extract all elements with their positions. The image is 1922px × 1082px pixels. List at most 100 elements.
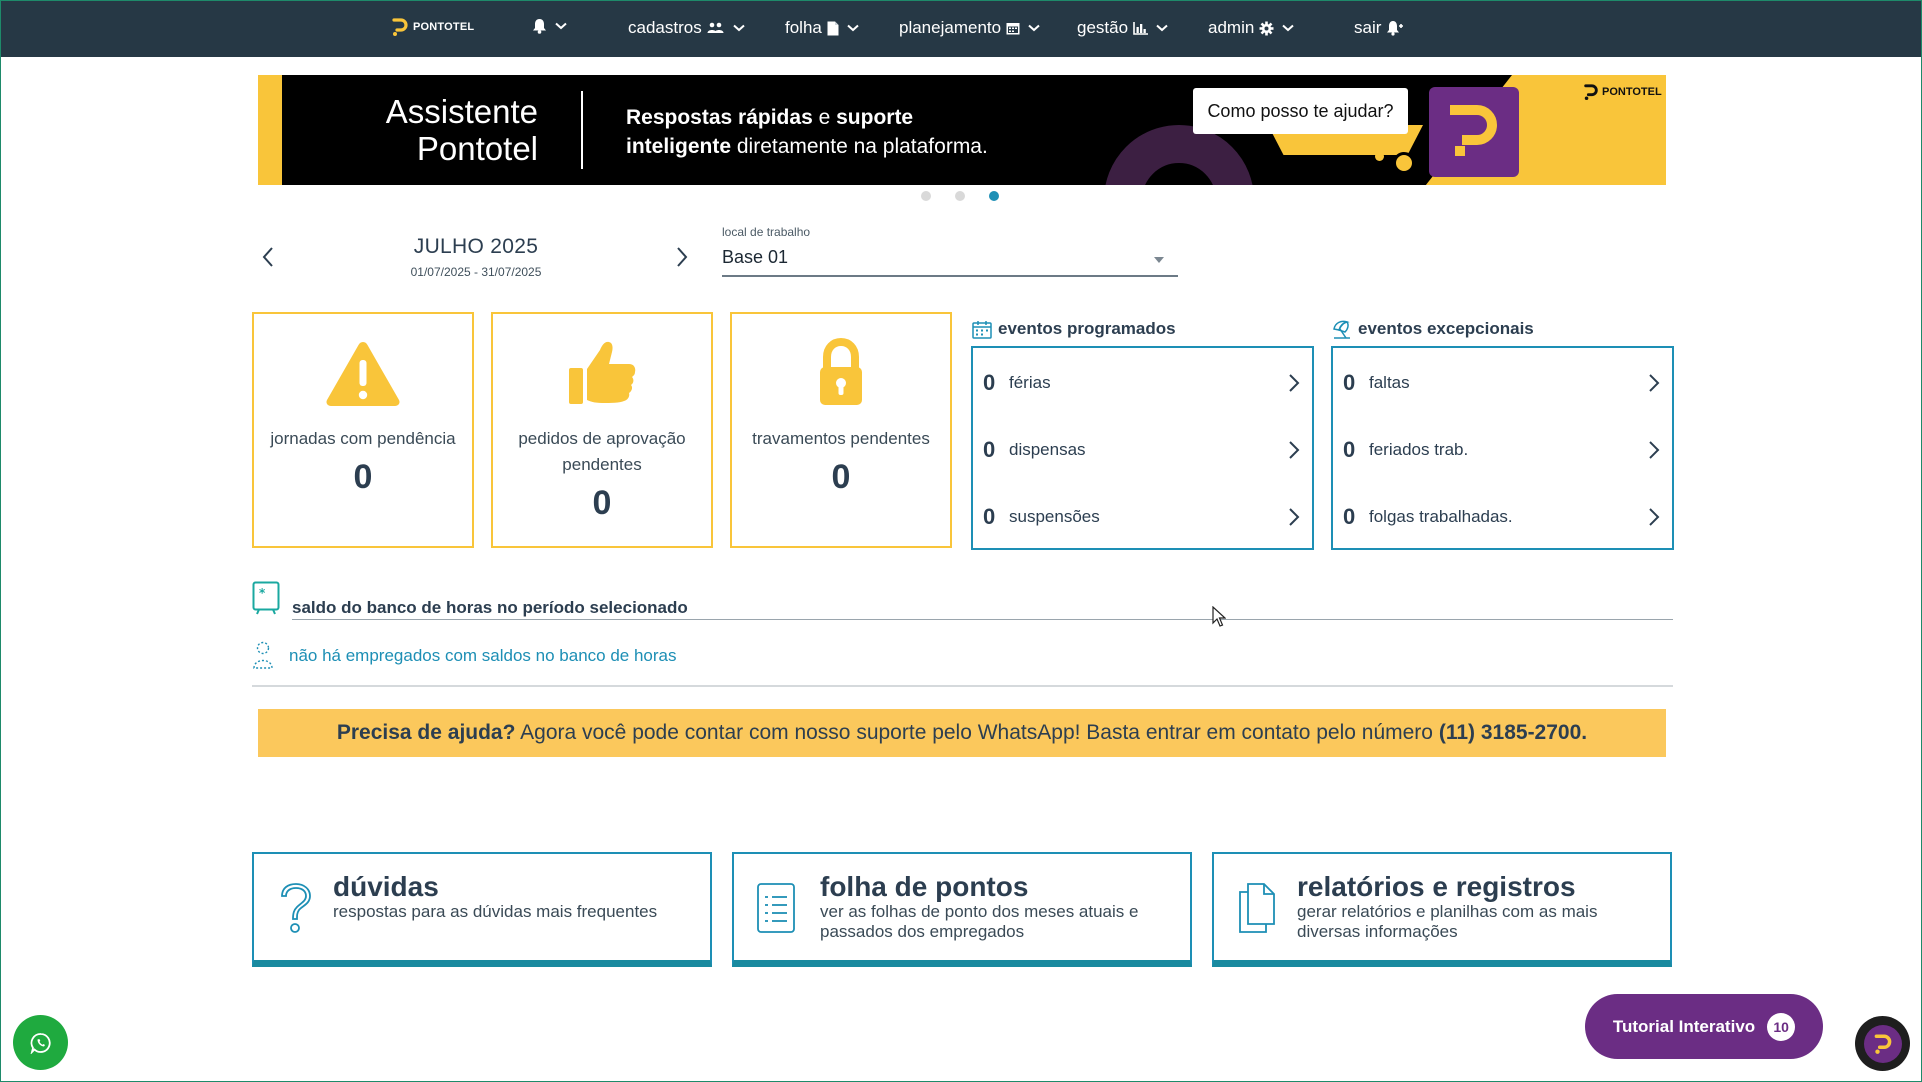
nav-label: folha <box>785 18 822 37</box>
bell-icon <box>533 19 546 34</box>
top-navbar: PONTOTEL cadastros folha planejamento ge… <box>1 1 1921 57</box>
nav-planejamento[interactable]: planejamento <box>899 18 1040 38</box>
period-month: JULHO 2025 <box>413 235 539 258</box>
scheduled-events-title: eventos programados <box>972 319 1176 339</box>
banner-text-a: Respostas rápidas <box>626 106 813 129</box>
reports-card[interactable]: relatórios e registros gerar relatórios … <box>1212 852 1672 967</box>
question-icon <box>276 882 316 941</box>
whatsapp-button[interactable] <box>13 1015 68 1070</box>
assistant-avatar <box>1863 1024 1902 1063</box>
chevron-down-icon <box>733 24 745 32</box>
event-label: feriados trab. <box>1369 440 1469 459</box>
event-label: folgas trabalhadas. <box>1369 507 1513 526</box>
previous-month-button[interactable] <box>261 246 275 273</box>
assistant-chat-button[interactable] <box>1855 1016 1910 1071</box>
nav-cadastros[interactable]: cadastros <box>628 18 745 38</box>
nav-admin[interactable]: admin <box>1208 18 1294 38</box>
carousel-dot-2[interactable] <box>955 191 965 201</box>
nav-label: gestão <box>1077 18 1129 37</box>
chevron-right-icon <box>1649 374 1660 392</box>
whatsapp-help-bar: Precisa de ajuda? Agora você pode contar… <box>258 709 1666 757</box>
faq-card[interactable]: dúvidas respostas para as dúvidas mais f… <box>252 852 712 967</box>
event-row-feriados[interactable]: 0 feriados trab. <box>1343 435 1660 465</box>
next-month-button[interactable] <box>675 246 689 273</box>
pending-approvals-card[interactable]: pedidos de aprovação pendentes 0 <box>491 312 713 548</box>
logo-text: PONTOTEL <box>413 21 475 33</box>
workplace-select[interactable]: Base 01 <box>722 244 1178 277</box>
chevron-down-icon <box>1028 24 1040 32</box>
chevron-right-icon <box>677 247 688 267</box>
banner-title-line2: Pontotel <box>416 130 538 167</box>
chevron-down-icon <box>1282 24 1294 32</box>
umbrella-icon <box>1333 320 1350 339</box>
pending-locks-card[interactable]: travamentos pendentes 0 <box>730 312 952 548</box>
pontotel-symbol-icon <box>1450 105 1497 156</box>
help-lead: Precisa de ajuda? <box>336 721 516 744</box>
notifications-menu[interactable] <box>532 18 567 34</box>
headset-icon <box>1393 152 1415 174</box>
divider <box>252 685 1673 687</box>
banner-dot-decoration <box>1375 152 1384 161</box>
logout-bell-icon <box>1387 21 1404 36</box>
chevron-right-icon <box>1289 374 1300 392</box>
bar-chart-icon <box>1133 21 1149 35</box>
card-label: pedidos de aprovação pendentes <box>518 429 686 474</box>
event-count: 0 <box>983 370 996 395</box>
chevron-right-icon <box>1649 508 1660 526</box>
hour-bank-icon: * <box>252 581 280 620</box>
event-label: dispensas <box>1009 440 1086 459</box>
list-document-icon <box>756 882 796 939</box>
event-row-faltas[interactable]: 0 faltas <box>1343 368 1660 398</box>
assistant-banner[interactable]: Assistente Pontotel Respostas rápidas e … <box>258 75 1666 185</box>
banner-text-e: diretamente na plataforma. <box>731 135 988 158</box>
banner-title: Assistente Pontotel <box>358 93 538 167</box>
chevron-right-icon <box>1649 441 1660 459</box>
caret-down-icon <box>1154 257 1164 263</box>
card-title: relatórios e registros <box>1297 871 1576 902</box>
chevron-down-icon <box>1156 24 1168 32</box>
nav-gestao[interactable]: gestão <box>1077 18 1168 38</box>
card-label: travamentos pendentes <box>752 429 930 448</box>
card-description: ver as folhas de ponto dos meses atuais … <box>820 902 1139 941</box>
user-outline-icon <box>252 640 274 675</box>
banner-brand-logo: PONTOTEL <box>1583 83 1662 101</box>
nav-folha[interactable]: folha <box>785 18 859 38</box>
interactive-tutorial-button[interactable]: Tutorial Interativo 10 <box>1585 994 1823 1059</box>
card-value: 0 <box>592 484 612 522</box>
banner-logo-square <box>1429 87 1519 177</box>
event-count: 0 <box>983 437 996 462</box>
workplace-label: local de trabalho <box>722 225 811 239</box>
calendar-icon <box>1006 23 1020 35</box>
chevron-right-icon <box>1289 441 1300 459</box>
mouse-cursor <box>1212 605 1227 633</box>
thumbs-up-icon <box>569 341 636 404</box>
timesheet-card[interactable]: folha de pontos ver as folhas de ponto d… <box>732 852 1192 967</box>
whatsapp-icon <box>30 1032 51 1054</box>
exceptional-events-title: eventos excepcionais <box>1332 319 1534 339</box>
card-description: gerar relatórios e planilhas com as mais… <box>1297 902 1598 941</box>
pontotel-logo-icon <box>392 18 408 36</box>
carousel-indicators <box>921 191 999 201</box>
pending-shifts-card[interactable]: jornadas com pendência 0 <box>252 312 474 548</box>
nav-label: planejamento <box>899 18 1002 37</box>
period-range: 01/07/2025 - 31/07/2025 <box>410 265 542 279</box>
chevron-right-icon <box>1289 508 1300 526</box>
logout-button[interactable]: sair <box>1354 18 1404 38</box>
chevron-left-icon <box>262 247 273 267</box>
event-label: suspensões <box>1009 507 1100 526</box>
event-row-ferias[interactable]: 0 férias <box>983 368 1300 398</box>
document-icon <box>827 21 839 35</box>
scheduled-events-box: 0 férias 0 dispensas 0 suspensões <box>971 346 1314 550</box>
event-count: 0 <box>1343 437 1356 462</box>
event-count: 0 <box>1343 370 1356 395</box>
event-row-folgas[interactable]: 0 folgas trabalhadas. <box>1343 502 1660 532</box>
lock-icon <box>820 338 862 405</box>
event-row-suspensoes[interactable]: 0 suspensões <box>983 502 1300 532</box>
carousel-dot-1[interactable] <box>921 191 931 201</box>
carousel-dot-3[interactable] <box>989 191 999 201</box>
event-count: 0 <box>983 504 996 529</box>
help-phone: (11) 3185-2700. <box>1438 721 1588 744</box>
event-row-dispensas[interactable]: 0 dispensas <box>983 435 1300 465</box>
pontotel-logo[interactable]: PONTOTEL <box>391 17 474 37</box>
card-value: 0 <box>353 458 373 496</box>
